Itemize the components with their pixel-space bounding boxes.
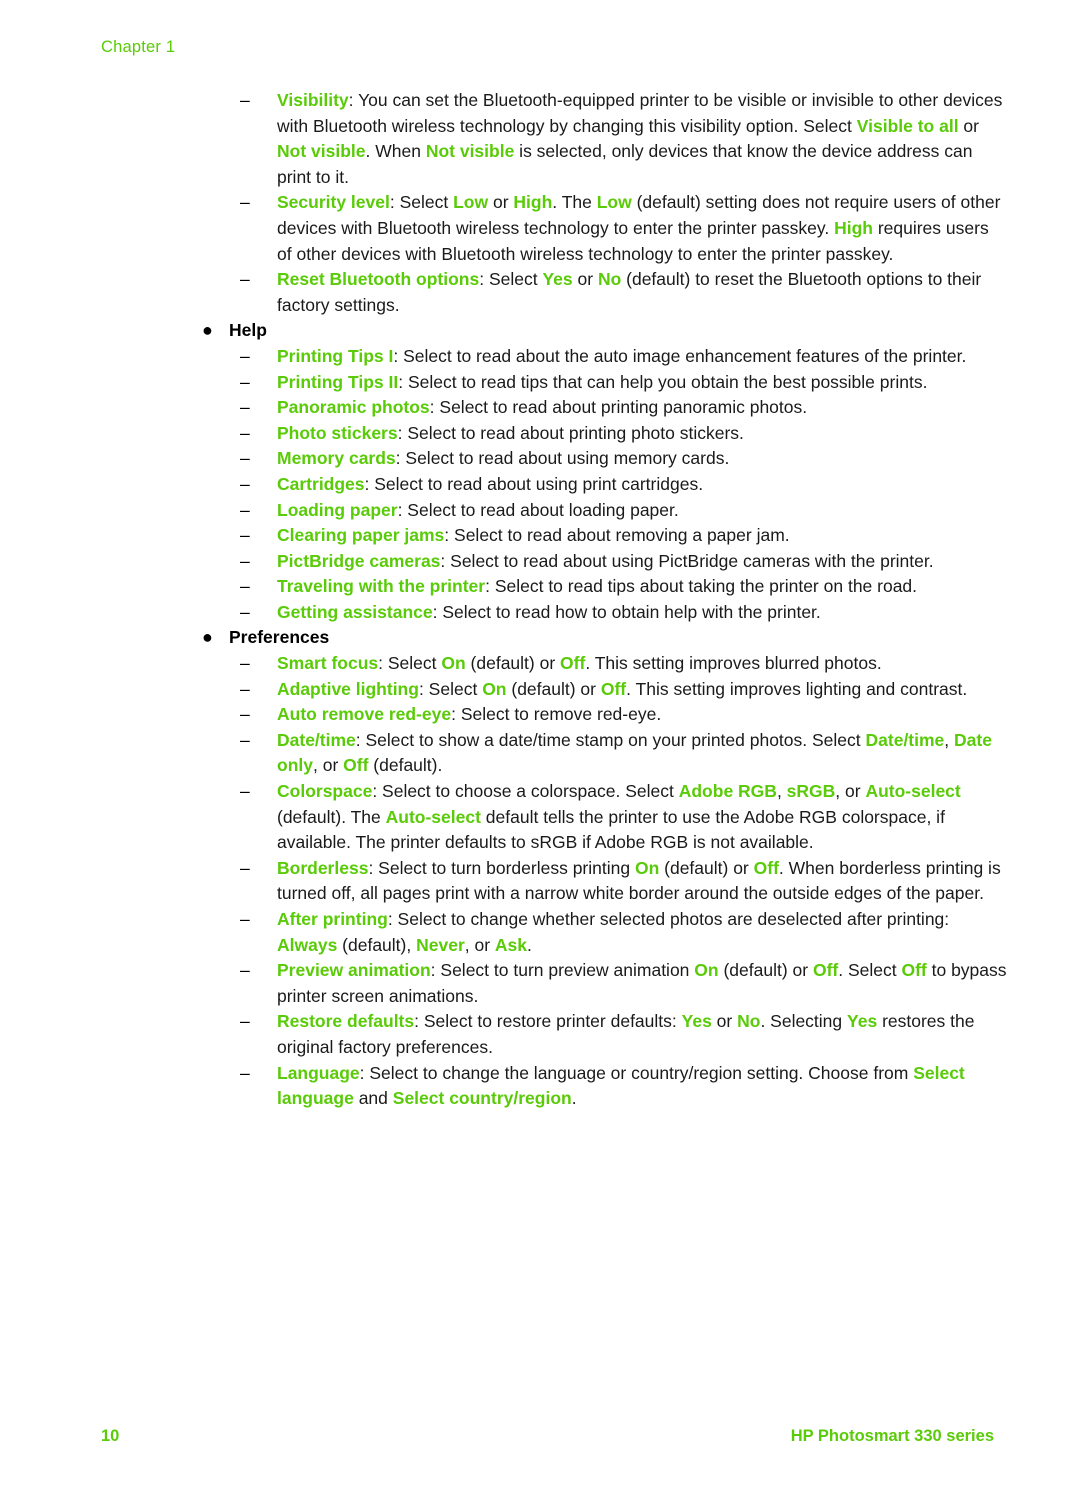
list-item-preview-animation: – Preview animation: Select to turn previ… [196, 958, 1008, 1009]
dash-marker-icon: – [240, 729, 250, 750]
list-item-pictbridge-cameras: – PictBridge cameras: Select to read abou… [196, 549, 1008, 575]
dash-marker-icon: – [240, 909, 250, 929]
list-item-text: Panoramic photos: Select to read about p… [277, 397, 808, 418]
list-item-reset-bluetooth-options: – Reset Bluetooth options: Select Yes or … [196, 267, 1008, 318]
dash-marker-icon: – [240, 576, 250, 597]
list-item-text: Colorspace: Select to choose a colorspac… [277, 781, 961, 853]
document-page: Chapter 1 – Visibility: You can set the B… [0, 0, 1080, 1495]
list-item-text: Visibility: You can set the Bluetooth-eq… [277, 90, 1003, 187]
bullet-item-help: ● Help [196, 318, 1008, 344]
list-item-text: Auto remove red-eye: Select to remove re… [277, 704, 662, 725]
dash-marker-icon: – [240, 499, 250, 520]
list-item-text: Borderless: Select to turn borderless pr… [277, 857, 1001, 904]
dash-marker-icon: – [240, 473, 250, 494]
list-item-after-printing: – After printing: Select to change whethe… [196, 907, 1008, 958]
dash-marker-icon: – [240, 397, 250, 418]
page-body-content: – Visibility: You can set the Bluetooth-e… [196, 88, 1008, 1112]
dash-marker-icon: – [240, 345, 250, 366]
list-item-colorspace: – Colorspace: Select to choose a colorspa… [196, 779, 1008, 856]
list-item-text: Traveling with the printer: Select to re… [277, 576, 918, 597]
list-item-memory-cards: – Memory cards: Select to read about usin… [196, 446, 1008, 472]
list-item-smart-focus: – Smart focus: Select On (default) or Off… [196, 651, 1008, 677]
list-item-loading-paper: – Loading paper: Select to read about loa… [196, 498, 1008, 524]
dash-marker-icon: – [240, 1062, 250, 1083]
footer-page-number: 10 [101, 1427, 120, 1445]
dash-marker-icon: – [240, 525, 250, 546]
footer-product-name: HP Photosmart 330 series [790, 1427, 994, 1445]
list-item-text: Preview animation: Select to turn previe… [277, 960, 1007, 1006]
list-item-text: Printing Tips II: Select to read tips th… [277, 371, 928, 392]
dash-marker-icon: – [240, 269, 250, 290]
list-item-restore-defaults: – Restore defaults: Select to restore pri… [196, 1009, 1008, 1060]
dash-marker-icon: – [240, 678, 250, 699]
list-item-text: Getting assistance: Select to read how t… [277, 601, 821, 622]
dash-marker-icon: – [240, 653, 250, 674]
list-item-visibility: – Visibility: You can set the Bluetooth-e… [196, 88, 1008, 190]
list-item-panoramic-photos: – Panoramic photos: Select to read about … [196, 395, 1008, 421]
list-item-printing-tips-1: – Printing Tips I: Select to read about t… [196, 344, 1008, 370]
dash-marker-icon: – [240, 960, 250, 981]
chapter-running-header: Chapter 1 [101, 38, 176, 56]
list-item-text: Printing Tips I: Select to read about th… [277, 345, 967, 366]
list-item-text: Security level: Select Low or High. The … [277, 192, 1001, 264]
list-item-security-level: – Security level: Select Low or High. The… [196, 190, 1008, 267]
list-item-borderless: – Borderless: Select to turn borderless p… [196, 856, 1008, 907]
dash-marker-icon: – [240, 422, 250, 443]
dash-marker-icon: – [240, 1011, 250, 1032]
dash-marker-icon: – [240, 704, 250, 725]
bullet-label: Preferences [229, 627, 330, 648]
list-item-text: Clearing paper jams: Select to read abou… [277, 525, 790, 546]
dash-marker-icon: – [240, 371, 250, 392]
bullet-marker-icon: ● [202, 627, 213, 648]
list-item-text: Memory cards: Select to read about using… [277, 448, 730, 469]
dash-marker-icon: – [240, 601, 250, 622]
list-item-getting-assistance: – Getting assistance: Select to read how … [196, 600, 1008, 626]
page-footer: 10 HP Photosmart 330 series [101, 1427, 994, 1446]
bullet-item-preferences: ● Preferences [196, 625, 1008, 651]
dash-marker-icon: – [240, 192, 250, 213]
list-item-printing-tips-2: – Printing Tips II: Select to read tips t… [196, 370, 1008, 396]
list-item-text: Language: Select to change the language … [277, 1062, 965, 1109]
list-item-text: Date/time: Select to show a date/time st… [277, 729, 992, 776]
list-item-text: Smart focus: Select On (default) or Off.… [277, 653, 882, 674]
list-item-text: Loading paper: Select to read about load… [277, 499, 679, 520]
list-item-adaptive-lighting: – Adaptive lighting: Select On (default) … [196, 677, 1008, 703]
dash-marker-icon: – [240, 781, 250, 802]
list-item-text: Restore defaults: Select to restore prin… [277, 1011, 975, 1057]
list-item-auto-remove-red-eye: – Auto remove red-eye: Select to remove r… [196, 702, 1008, 728]
list-item-text: Cartridges: Select to read about using p… [277, 473, 704, 494]
list-item-text: After printing: Select to change whether… [277, 909, 950, 955]
bullet-marker-icon: ● [202, 320, 213, 341]
list-item-date-time: – Date/time: Select to show a date/time s… [196, 728, 1008, 779]
list-item-text: Photo stickers: Select to read about pri… [277, 422, 744, 443]
list-item-clearing-paper-jams: – Clearing paper jams: Select to read abo… [196, 523, 1008, 549]
dash-marker-icon: – [240, 857, 250, 878]
list-item-cartridges: – Cartridges: Select to read about using … [196, 472, 1008, 498]
dash-marker-icon: – [240, 448, 250, 469]
dash-marker-icon: – [240, 550, 250, 571]
dash-marker-icon: – [240, 90, 250, 110]
bullet-label: Help [229, 320, 267, 341]
list-item-traveling-with-the-printer: – Traveling with the printer: Select to r… [196, 574, 1008, 600]
list-item-language: – Language: Select to change the language… [196, 1061, 1008, 1112]
list-item-photo-stickers: – Photo stickers: Select to read about pr… [196, 421, 1008, 447]
list-item-text: Adaptive lighting: Select On (default) o… [277, 678, 968, 699]
list-item-text: Reset Bluetooth options: Select Yes or N… [277, 269, 982, 315]
list-item-text: PictBridge cameras: Select to read about… [277, 550, 934, 571]
